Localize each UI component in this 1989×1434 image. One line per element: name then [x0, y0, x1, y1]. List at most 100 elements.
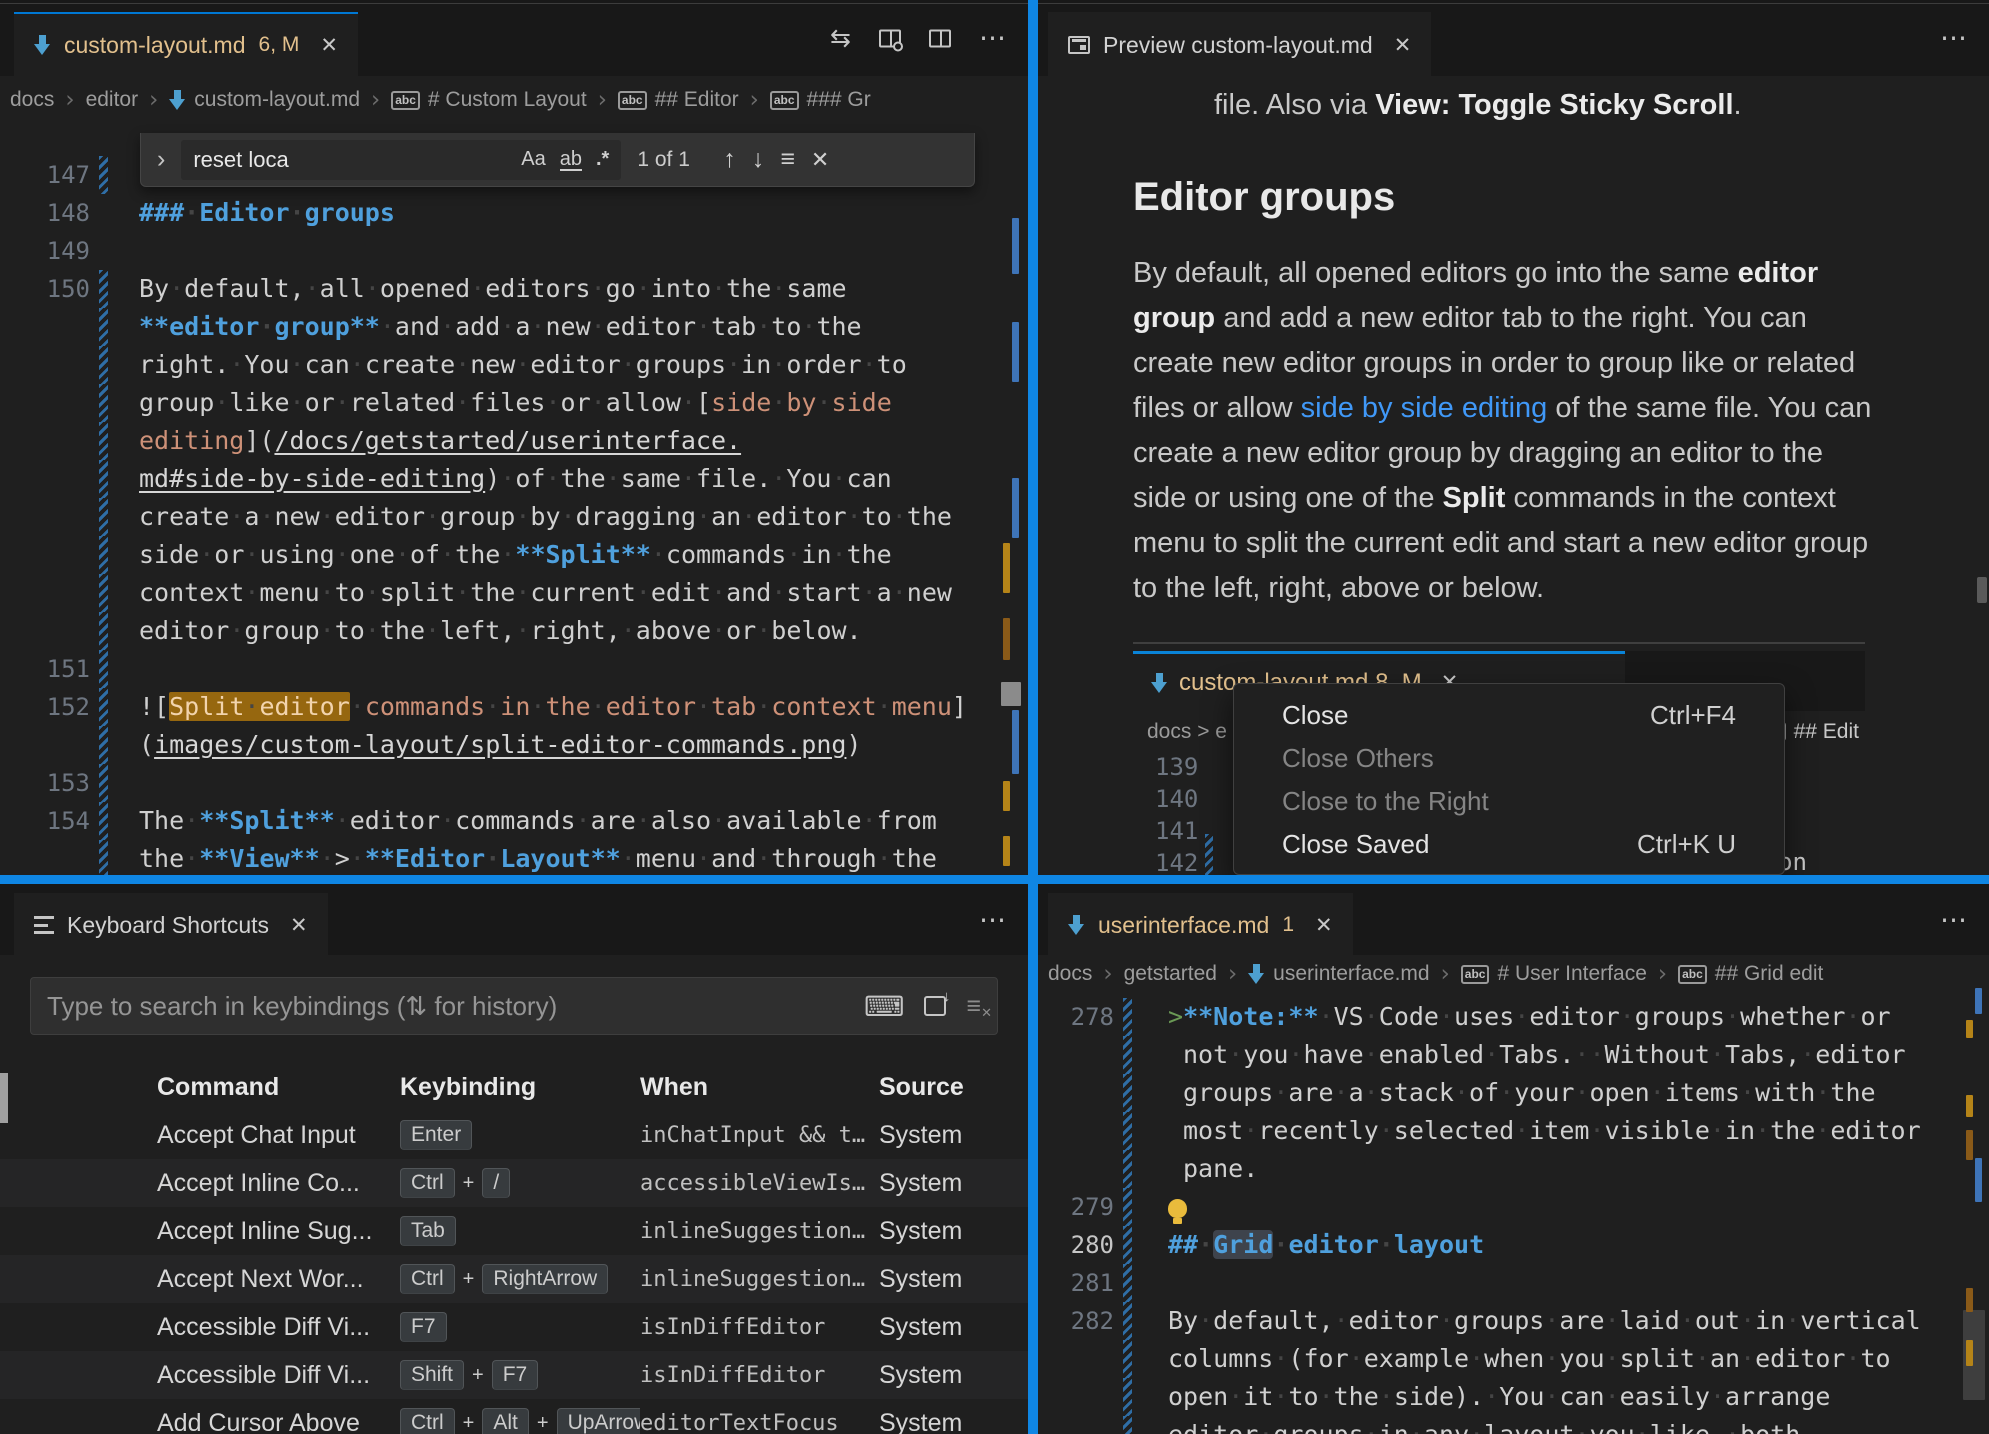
code-row: 153 [0, 764, 1028, 802]
preview-scrollbar-thumb[interactable] [1977, 577, 1987, 603]
find-next-icon[interactable]: ↓ [752, 145, 765, 174]
source-cell: System [879, 1265, 1028, 1294]
code-row: 151 [0, 650, 1028, 688]
breadcrumb-item[interactable]: getstarted [1124, 962, 1217, 986]
breadcrumb-item[interactable]: docs [10, 88, 54, 112]
breadcrumb-item[interactable]: custom-layout.md [169, 88, 360, 112]
keybinding-cell: Ctrl+RightArrow [400, 1264, 640, 1294]
vertical-sash[interactable] [1028, 0, 1038, 1434]
close-icon[interactable]: ✕ [1315, 913, 1333, 938]
code-editor-custom-layout[interactable]: 147148###·Editor·groups149150By·default,… [0, 124, 1028, 875]
code-editor-userinterface[interactable]: 278>**Note:**·VS·Code·uses·editor·groups… [1038, 993, 1989, 1434]
screenshot-breadcrumb-right: ## Edit [1794, 709, 1859, 754]
source-cell: System [879, 1169, 1028, 1198]
tab-userinterface[interactable]: userinterface.md 1 ✕ [1048, 893, 1353, 955]
key-chip: / [482, 1168, 510, 1198]
whole-word-icon[interactable]: ab [560, 149, 582, 171]
keybinding-row[interactable]: Accept Next Wor...Ctrl+RightArrowinlineS… [0, 1255, 1028, 1303]
close-icon[interactable]: ✕ [320, 33, 338, 58]
breadcrumb-item[interactable]: abc## Grid edit [1678, 962, 1823, 986]
keybindings-search-input[interactable]: Type to search in keybindings (⇅ for his… [30, 977, 998, 1035]
keybinding-row[interactable]: Accept Inline Co...Ctrl+/accessibleViewI… [0, 1159, 1028, 1207]
breadcrumb-item[interactable]: editor [86, 88, 139, 112]
line-number [0, 384, 90, 422]
clear-search-icon[interactable]: ≡ [966, 992, 981, 1021]
modified-gutter-decoration [1123, 1340, 1132, 1378]
tab-context-menu: CloseCtrl+F4Close OthersClose to the Rig… [1233, 683, 1785, 875]
keybinding-row[interactable]: Accessible Diff Vi...F7isInDiffEditorSys… [0, 1303, 1028, 1351]
line-number [0, 840, 90, 875]
menu-item-close[interactable]: CloseCtrl+F4 [1234, 694, 1784, 737]
tab-label: Keyboard Shortcuts [67, 912, 269, 939]
modified-gutter-decoration [99, 802, 108, 840]
command-cell: Add Cursor Above [157, 1409, 400, 1434]
breadcrumb-item[interactable]: abc### Gr [770, 88, 871, 112]
column-when[interactable]: When [640, 1073, 879, 1102]
tab-preview[interactable]: Preview custom-layout.md ✕ [1048, 12, 1431, 76]
tabbar-bottom-right: userinterface.md 1 ✕ ⋯ [1038, 884, 1989, 955]
keybinding-row[interactable]: Accessible Diff Vi...Shift+F7isInDiffEdi… [0, 1351, 1028, 1399]
horizontal-sash[interactable] [0, 875, 1989, 884]
line-number: 147 [0, 156, 90, 194]
breadcrumb-item[interactable]: docs [1048, 962, 1092, 986]
code-row: group·like·or·related·files·or·allow·[si… [0, 384, 1028, 422]
column-source[interactable]: Source [879, 1073, 1028, 1102]
modified-gutter-decoration [1123, 1226, 1132, 1264]
breadcrumb-item[interactable]: abc# User Interface [1461, 962, 1647, 986]
tab-label: userinterface.md [1098, 912, 1269, 939]
tab-badge: 6, M [259, 33, 300, 57]
keybinding-row[interactable]: Add Cursor AboveCtrl+Alt+UpArroweditorTe… [0, 1399, 1028, 1434]
keybinding-row[interactable]: Accept Inline Sug...TabinlineSuggestion…… [0, 1207, 1028, 1255]
close-icon[interactable]: ✕ [1394, 33, 1412, 58]
line-number: 278 [1038, 998, 1114, 1036]
when-cell: isInDiffEditor [640, 1363, 879, 1388]
search-placeholder: Type to search in keybindings (⇅ for his… [47, 991, 557, 1022]
breadcrumb-item[interactable]: abc# Custom Layout [391, 88, 586, 112]
close-icon[interactable]: ✕ [290, 913, 308, 938]
modified-gutter-decoration [99, 308, 108, 346]
column-keybinding[interactable]: Keybinding [400, 1073, 640, 1102]
line-number: 151 [0, 650, 90, 688]
line-number [1038, 1074, 1114, 1112]
regex-icon[interactable]: .* [596, 148, 609, 171]
modified-gutter-decoration [1123, 1188, 1132, 1226]
modified-gutter-decoration [1123, 1036, 1132, 1074]
code-row: 281 [1038, 1264, 1989, 1302]
modified-gutter-decoration [99, 840, 108, 875]
tab-custom-layout[interactable]: custom-layout.md 6, M ✕ [14, 12, 358, 76]
code-row: 282By·default,·editor·groups·are·laid·ou… [1038, 1302, 1989, 1340]
record-keys-keyboard-icon[interactable]: ⌨ [864, 990, 904, 1023]
more-actions-icon[interactable]: ⋯ [1940, 23, 1969, 54]
when-cell: editorTextFocus [640, 1411, 879, 1434]
open-changes-icon[interactable]: ⇆ [830, 23, 851, 53]
find-in-selection-icon[interactable]: ≡ [780, 145, 795, 174]
find-input[interactable]: reset loca Aa ab .* [181, 140, 621, 180]
find-close-icon[interactable]: ✕ [811, 147, 829, 173]
keybindings-table-header: Command Keybinding When Source [0, 1063, 1028, 1111]
line-number [0, 498, 90, 536]
tab-keyboard-shortcuts[interactable]: Keyboard Shortcuts ✕ [14, 893, 328, 955]
modified-gutter-decoration [99, 574, 108, 612]
column-command[interactable]: Command [157, 1073, 400, 1102]
command-cell: Accept Chat Input [157, 1121, 400, 1150]
match-case-icon[interactable]: Aa [521, 148, 545, 171]
code-row: create·a·new·editor·group·by·dragging·an… [0, 498, 1028, 536]
source-cell: System [879, 1217, 1028, 1246]
editor-group-bottom-left: Keyboard Shortcuts ✕ ⋯ Type to search in… [0, 884, 1028, 1434]
split-editor-dropdown-icon[interactable] [879, 29, 901, 47]
lightbulb-icon[interactable] [1168, 1199, 1187, 1218]
editor-actions: ⇆ ⋯ [830, 23, 1008, 54]
key-chip: Shift [400, 1360, 464, 1390]
keybinding-row[interactable]: Accept Chat InputEnterinChatInput && t…S… [0, 1111, 1028, 1159]
breadcrumb-item[interactable]: abc## Editor [618, 88, 739, 112]
more-actions-icon[interactable]: ⋯ [979, 904, 1008, 935]
find-previous-icon[interactable]: ↑ [723, 145, 736, 174]
find-collapse-icon[interactable]: › [157, 145, 165, 174]
breadcrumb-item[interactable]: userinterface.md [1248, 962, 1429, 986]
sort-by-precedence-icon[interactable] [924, 996, 946, 1016]
preview-heading: Editor groups [1133, 173, 1963, 221]
tab-badge: 1 [1282, 913, 1294, 937]
editor-group-bottom-right: userinterface.md 1 ✕ ⋯ docs›getstarted›u… [1038, 884, 1989, 1434]
split-editor-icon[interactable] [929, 29, 951, 47]
menu-item-close-saved[interactable]: Close SavedCtrl+K U [1234, 823, 1784, 866]
